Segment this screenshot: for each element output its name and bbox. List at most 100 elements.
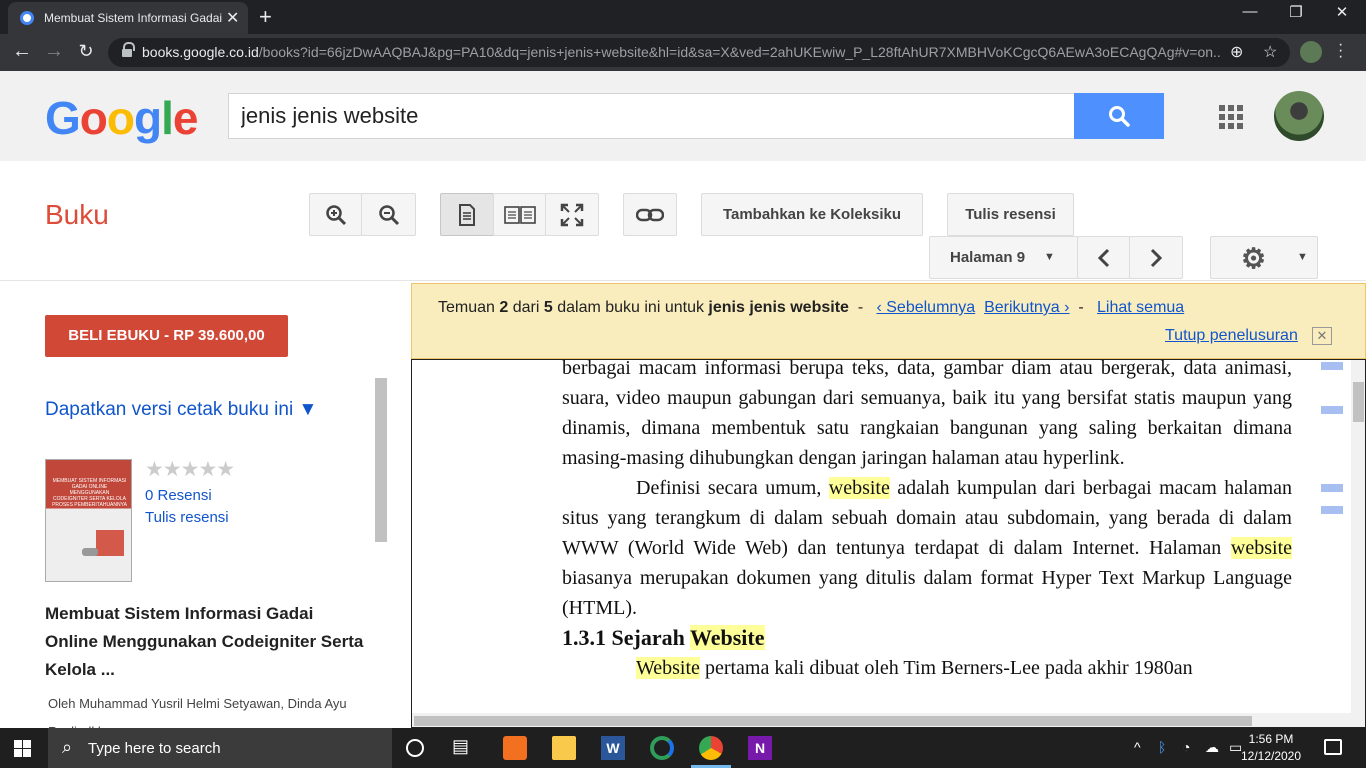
next-result-link[interactable]: Berikutnya › — [984, 299, 1069, 316]
chevron-up-icon[interactable]: ^ — [1134, 739, 1141, 755]
browser-toolbar: ← → ↻ books.google.co.id/books?id=66jzDw… — [0, 34, 1366, 71]
taskbar-search-box[interactable]: ⌕ Type here to search — [48, 728, 392, 768]
single-page-view-button[interactable] — [440, 193, 494, 236]
google-favicon-icon — [20, 11, 34, 25]
single-page-icon — [459, 204, 475, 226]
write-review-link[interactable]: Tulis resensi — [145, 509, 229, 526]
link-button[interactable] — [623, 193, 677, 236]
lock-icon — [122, 42, 135, 58]
file-explorer-icon[interactable] — [552, 736, 576, 760]
page-content: berbagai macam informasi berupa teks, da… — [562, 360, 1292, 683]
close-icon[interactable]: ✕ — [1312, 327, 1332, 345]
sidebar-scrollbar[interactable] — [375, 378, 387, 542]
total-results: 5 — [543, 299, 553, 316]
search-query: jenis jenis website — [708, 299, 849, 316]
apps-grid-icon[interactable] — [1219, 105, 1244, 130]
network-icon[interactable]: ◔ — [1182, 739, 1190, 755]
horizontal-scrollbar[interactable] — [412, 713, 1351, 727]
taskbar-search-placeholder: Type here to search — [88, 740, 221, 757]
books-toolbar: Buku Tambahkan ke Koleksiku Tulis resens… — [0, 161, 1366, 281]
reload-icon[interactable]: ↻ — [74, 41, 98, 62]
search-input[interactable] — [241, 102, 1061, 130]
search-box[interactable] — [228, 93, 1076, 139]
zoom-out-button[interactable] — [361, 193, 416, 236]
new-tab-icon[interactable]: + — [259, 4, 272, 30]
book-title: Membuat Sistem Informasi Gadai Online Me… — [45, 604, 364, 679]
word-icon[interactable]: W — [601, 736, 625, 760]
onenote-icon[interactable]: N — [748, 736, 772, 760]
clock-time: 1:56 PM — [1248, 732, 1294, 746]
result-marker[interactable] — [1321, 484, 1343, 492]
page-select-dropdown[interactable]: Halaman 9 ▼ — [929, 236, 1078, 279]
vertical-scrollbar[interactable] — [1351, 360, 1365, 727]
chrome-menu-icon[interactable]: · · · — [1338, 37, 1343, 65]
scrollbar-thumb[interactable] — [414, 716, 1252, 726]
write-review-button[interactable]: Tulis resensi — [947, 193, 1074, 236]
taskbar-clock[interactable]: 1:56 PM 12/12/2020 — [1236, 731, 1306, 765]
reviews-count-link[interactable]: 0 Resensi — [145, 487, 212, 504]
fullscreen-button[interactable] — [545, 193, 599, 236]
page-select-label: Halaman 9 — [950, 249, 1026, 266]
chevron-right-icon — [1150, 248, 1163, 268]
result-marker[interactable] — [1321, 506, 1343, 514]
sync-app-icon[interactable] — [650, 736, 674, 760]
cover-car-illustration — [82, 548, 98, 556]
bookmark-star-icon[interactable]: ☆ — [1263, 42, 1277, 62]
bluetooth-icon[interactable]: ᛒ — [1158, 739, 1166, 755]
search-button[interactable] — [1074, 93, 1164, 139]
scrollbar-thumb[interactable] — [1353, 382, 1364, 422]
forward-icon[interactable]: → — [42, 40, 66, 63]
notice-text: Temuan 2 dari 5 dalam buku ini untuk jen… — [438, 299, 1185, 316]
book-cover-image[interactable]: MEMBUAT SISTEM INFORMASI GADAI ONLINE ME… — [45, 459, 132, 582]
result-marker[interactable] — [1321, 362, 1343, 370]
settings-button[interactable]: ⚙ ▼ — [1210, 236, 1318, 279]
windows-start-icon[interactable] — [14, 740, 31, 757]
address-bar[interactable]: books.google.co.id/books?id=66jzDwAAQBAJ… — [108, 38, 1290, 67]
gear-icon: ⚙ — [1241, 243, 1267, 274]
previous-result-link[interactable]: ‹ Sebelumnya — [876, 299, 975, 316]
zoom-icon[interactable]: ⊕ — [1230, 42, 1243, 62]
close-window-icon[interactable]: ✕ — [1319, 3, 1365, 21]
minimize-icon[interactable]: — — [1227, 3, 1273, 20]
clock-date: 12/12/2020 — [1240, 749, 1302, 763]
two-page-view-button[interactable] — [493, 193, 546, 236]
search-icon: ⌕ — [62, 737, 73, 757]
result-marker[interactable] — [1321, 406, 1343, 414]
profile-icon[interactable] — [1300, 41, 1322, 63]
get-print-version-link[interactable]: Dapatkan versi cetak buku ini ▼ — [45, 399, 317, 421]
zoom-in-icon — [325, 205, 346, 226]
notifications-icon[interactable] — [1324, 739, 1342, 755]
close-search-link[interactable]: Tutup penelusuran — [1165, 327, 1298, 345]
cortana-icon[interactable] — [406, 739, 424, 757]
back-icon[interactable]: ← — [10, 40, 34, 63]
zoom-in-button[interactable] — [309, 193, 362, 236]
zoom-out-icon — [378, 205, 399, 226]
page-title[interactable]: Buku — [45, 199, 109, 231]
search-results-notice: Temuan 2 dari 5 dalam buku ini untuk jen… — [411, 283, 1366, 359]
browser-tab[interactable]: Membuat Sistem Informasi Gadai ✕ — [8, 2, 248, 34]
previous-page-button[interactable] — [1077, 236, 1130, 279]
chevron-left-icon — [1097, 248, 1109, 268]
search-highlight: website — [1230, 537, 1292, 559]
avatar[interactable] — [1274, 91, 1324, 141]
task-view-icon[interactable]: ▤ — [452, 736, 476, 760]
next-page-button[interactable] — [1129, 236, 1183, 279]
onedrive-icon[interactable]: ☁ — [1205, 739, 1219, 756]
search-highlight: Website — [636, 657, 700, 679]
paragraph: Website pertama kali dibuat oleh Tim Ber… — [636, 657, 1193, 679]
cover-house-illustration — [96, 530, 124, 556]
xampp-icon[interactable] — [503, 736, 527, 760]
buy-ebook-button[interactable]: BELI EBUKU - RP 39.600,00 — [45, 315, 288, 357]
fullscreen-icon — [560, 203, 584, 227]
dropdown-arrow-icon: ▼ — [1044, 251, 1055, 263]
restore-icon[interactable]: ❐ — [1273, 3, 1319, 21]
chevron-down-icon: ▼ — [1297, 251, 1308, 263]
add-to-collection-button[interactable]: Tambahkan ke Koleksiku — [701, 193, 923, 236]
see-all-link[interactable]: Lihat semua — [1097, 299, 1184, 316]
close-tab-icon[interactable]: ✕ — [226, 8, 239, 28]
google-logo[interactable]: Google — [45, 91, 198, 145]
search-highlight: Website — [689, 625, 765, 650]
chrome-icon[interactable] — [699, 736, 723, 760]
book-page-viewer[interactable]: berbagai macam informasi berupa teks, da… — [411, 359, 1366, 728]
url-text: books.google.co.id/books?id=66jzDwAAQBAJ… — [142, 44, 1222, 60]
